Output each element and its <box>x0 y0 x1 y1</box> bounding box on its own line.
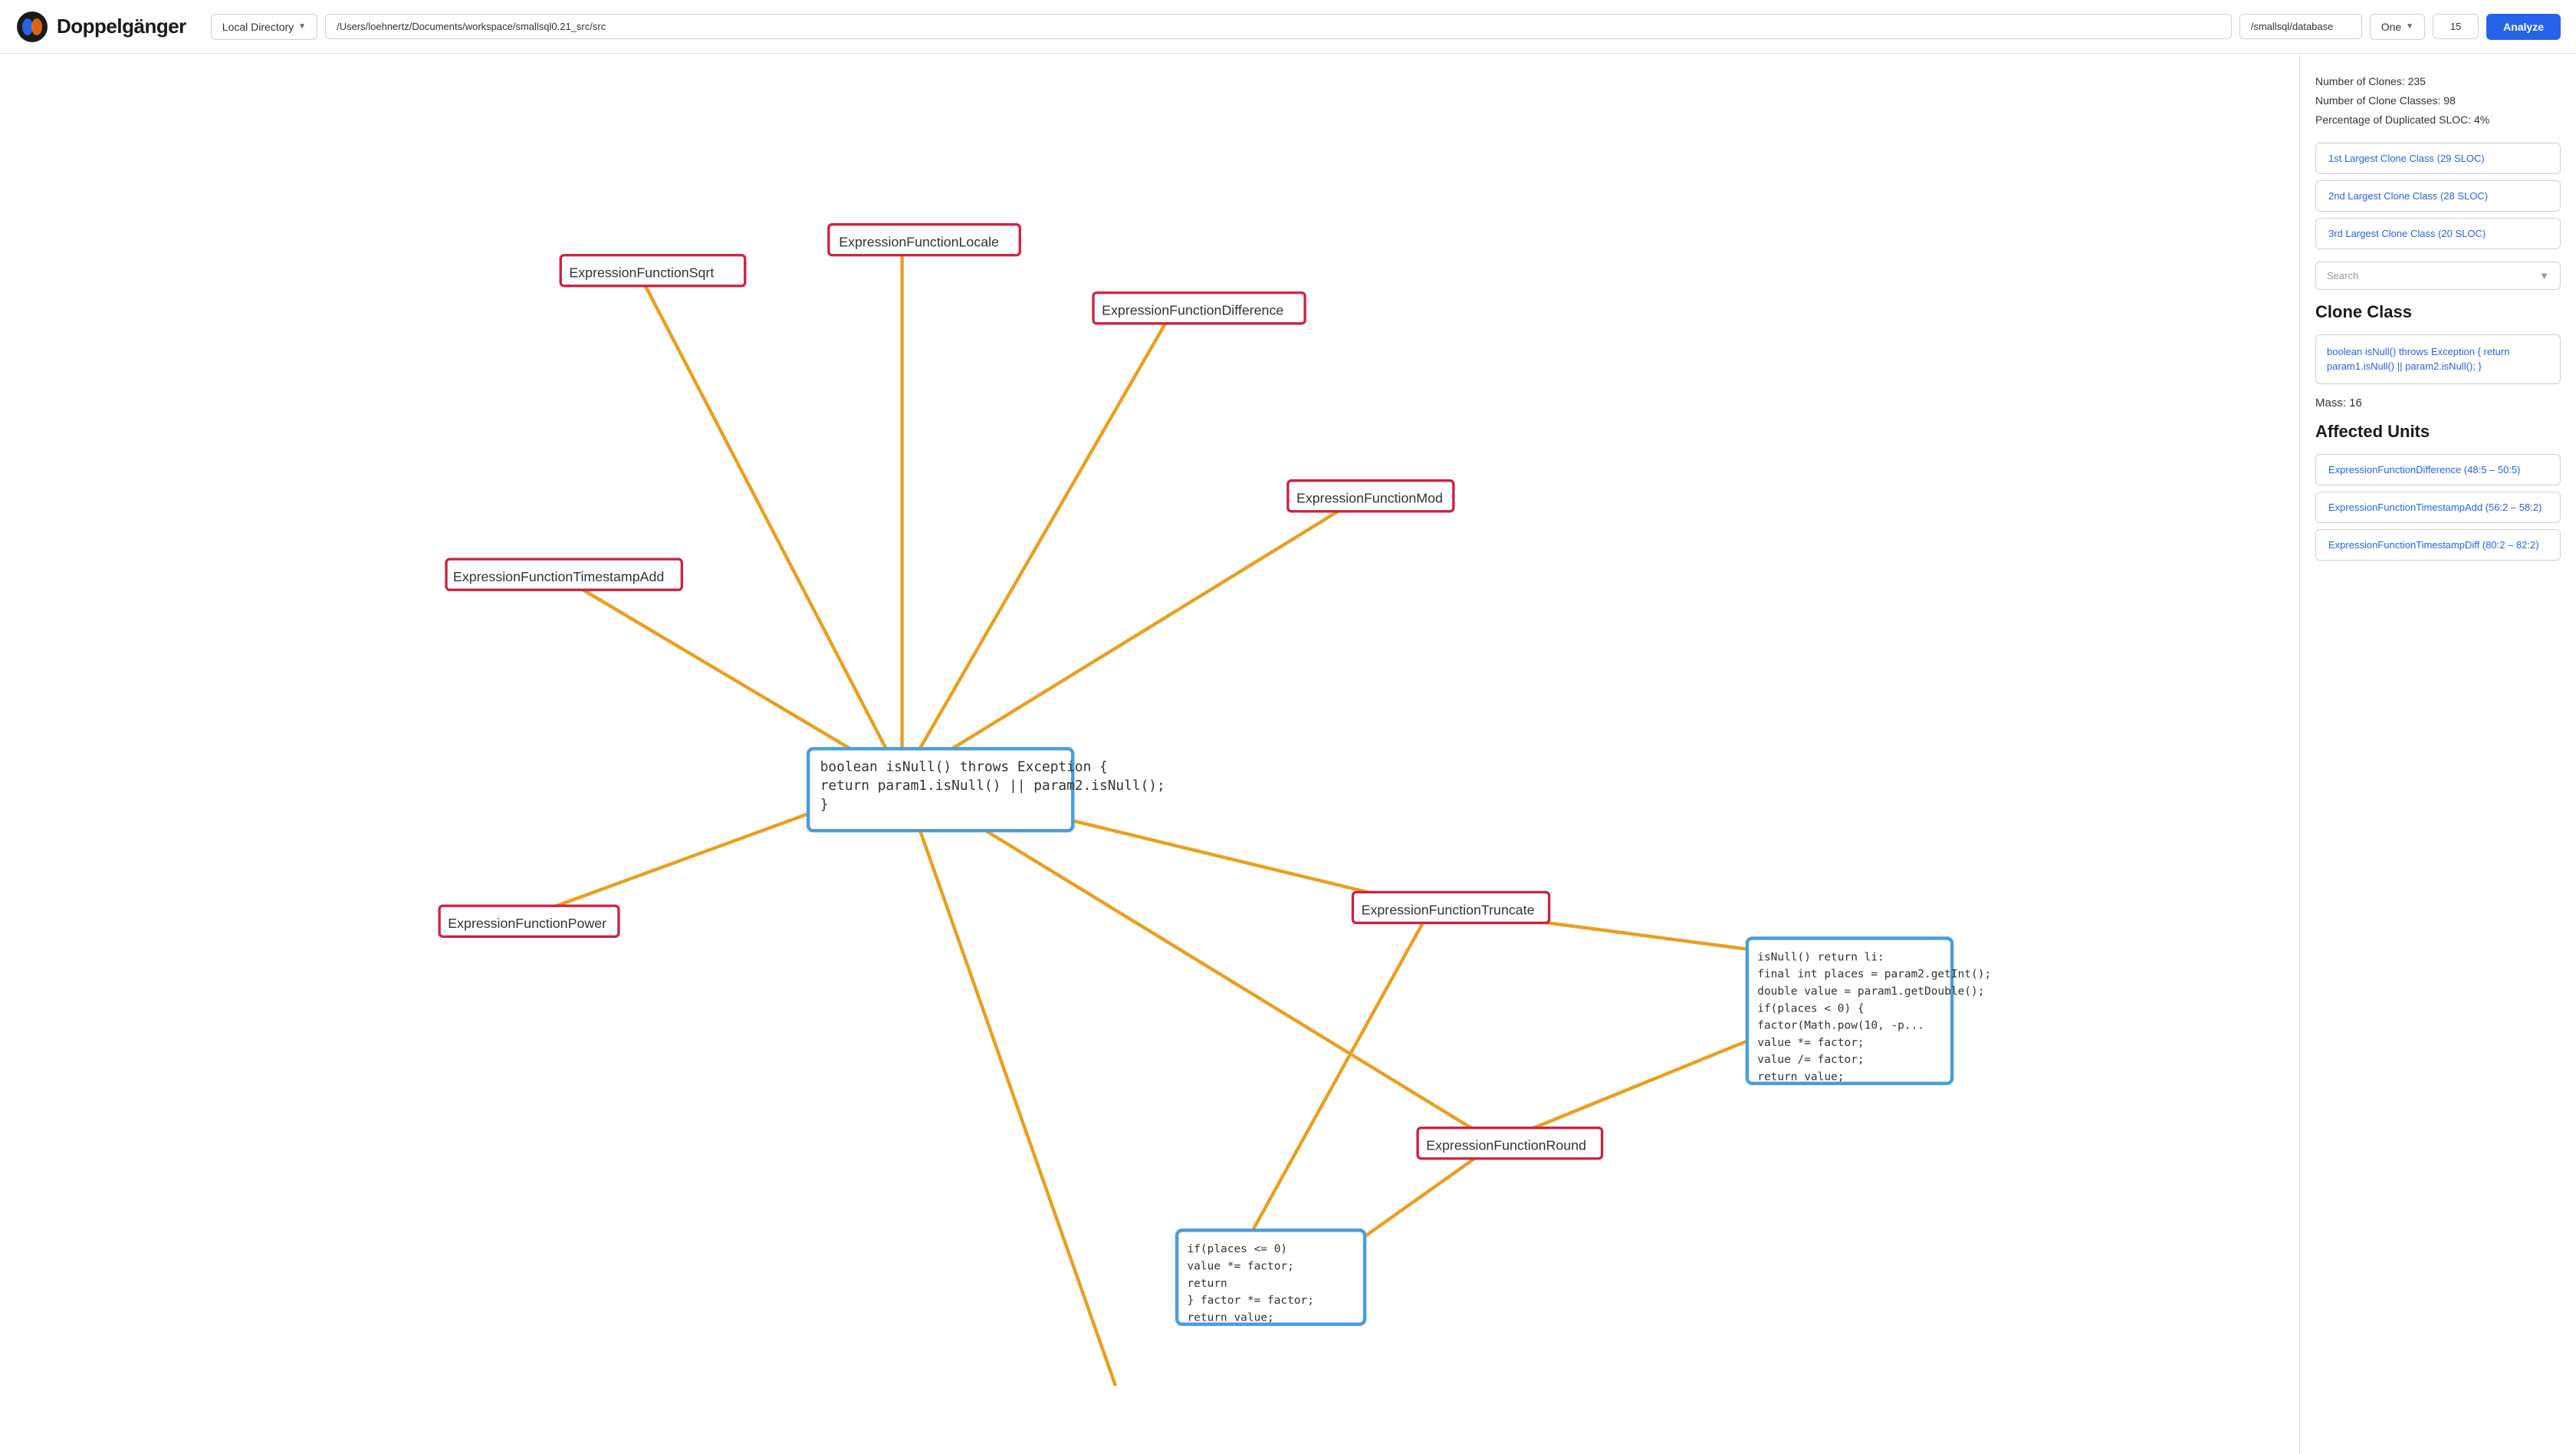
graph-svg: boolean isNull() throws Exception { retu… <box>0 54 2299 1454</box>
svg-text:if(places < 0) {: if(places < 0) { <box>1757 1002 1864 1015</box>
node-difference[interactable]: ExpressionFunctionDifference <box>1093 293 1305 324</box>
svg-text:ExpressionFunctionMod: ExpressionFunctionMod <box>1296 491 1443 506</box>
analyze-button[interactable]: Analyze <box>2486 14 2561 40</box>
logo-icon <box>15 10 49 44</box>
svg-text:double value = param1.getDoubl: double value = param1.getDouble(); <box>1757 985 1984 998</box>
search-placeholder: Search <box>2327 270 2358 281</box>
directory-type-dropdown[interactable]: Local Directory ▼ <box>211 14 317 40</box>
mass-label: Mass: 16 <box>2315 396 2561 410</box>
svg-text:if(places <= 0): if(places <= 0) <box>1187 1243 1287 1255</box>
svg-text:ExpressionFunctionTimestampAdd: ExpressionFunctionTimestampAdd <box>453 569 664 584</box>
clone-class-title: Clone Class <box>2315 302 2561 322</box>
node-sqrt[interactable]: ExpressionFunctionSqrt <box>560 255 744 286</box>
affected-unit-1[interactable]: ExpressionFunctionTimestampAdd (56:2 – 5… <box>2315 492 2561 523</box>
svg-text:factor(Math.pow(10, -p...: factor(Math.pow(10, -p... <box>1757 1020 1924 1032</box>
path-input[interactable] <box>325 14 2232 39</box>
stats-section: Number of Clones: 235 Number of Clone Cl… <box>2315 72 2561 130</box>
svg-text:ExpressionFunctionLocale: ExpressionFunctionLocale <box>839 235 999 250</box>
svg-text:return value;: return value; <box>1187 1311 1273 1324</box>
affected-unit-2[interactable]: ExpressionFunctionTimestampDiff (80:2 – … <box>2315 529 2561 561</box>
main-container: boolean isNull() throws Exception { retu… <box>0 54 2576 1454</box>
clone-type-label: One <box>2381 21 2401 33</box>
stat-clone-classes: Number of Clone Classes: 98 <box>2315 91 2561 110</box>
svg-text:boolean isNull() throws Except: boolean isNull() throws Exception { <box>820 758 1108 775</box>
logo-text: Doppelgänger <box>57 15 186 38</box>
svg-text:ExpressionFunctionDifference: ExpressionFunctionDifference <box>1102 303 1283 318</box>
stat-clones: Number of Clones: 235 <box>2315 72 2561 91</box>
node-round[interactable]: ExpressionFunctionRound <box>1418 1128 1602 1159</box>
sidebar: Number of Clones: 235 Number of Clone Cl… <box>2300 54 2576 1454</box>
node-locale[interactable]: ExpressionFunctionLocale <box>829 225 1020 255</box>
svg-text:isNull() return li:: isNull() return li: <box>1757 951 1884 963</box>
stat-duplicated-sloc: Percentage of Duplicated SLOC: 4% <box>2315 110 2561 130</box>
svg-text:value *= factor;: value *= factor; <box>1757 1037 1864 1049</box>
affected-unit-0[interactable]: ExpressionFunctionDifference (48:5 – 50:… <box>2315 454 2561 485</box>
clone-class-btn-3[interactable]: 3rd Largest Clone Class (20 SLOC) <box>2315 218 2561 249</box>
node-power[interactable]: ExpressionFunctionPower <box>439 906 619 936</box>
svg-text:} factor *= factor;: } factor *= factor; <box>1187 1294 1314 1307</box>
directory-type-label: Local Directory <box>222 21 294 33</box>
dropdown-arrow: ▼ <box>298 22 306 31</box>
svg-text:value *= factor;: value *= factor; <box>1187 1261 1293 1273</box>
clone-type-arrow: ▼ <box>2406 22 2413 31</box>
node-truncate[interactable]: ExpressionFunctionTruncate <box>1352 892 1549 923</box>
search-dropdown[interactable]: Search ▼ <box>2315 262 2561 290</box>
header: Doppelgänger Local Directory ▼ One ▼ Ana… <box>0 0 2576 54</box>
svg-text:final int places = param2.getI: final int places = param2.getInt(); <box>1757 969 1991 981</box>
svg-text:ExpressionFunctionSqrt: ExpressionFunctionSqrt <box>569 265 714 281</box>
svg-text:value /= factor;: value /= factor; <box>1757 1054 1864 1066</box>
node-mod[interactable]: ExpressionFunctionMod <box>1288 481 1454 512</box>
header-controls: Local Directory ▼ One ▼ Analyze <box>211 14 2561 40</box>
svg-text:ExpressionFunctionRound: ExpressionFunctionRound <box>1426 1138 1586 1153</box>
code-node-2[interactable]: if(places <= 0) value *= factor; return … <box>1177 1230 1365 1324</box>
clone-code-box: boolean isNull() throws Exception { retu… <box>2315 334 2561 384</box>
graph-area: boolean isNull() throws Exception { retu… <box>0 54 2300 1454</box>
svg-text:ExpressionFunctionTruncate: ExpressionFunctionTruncate <box>1362 902 1535 917</box>
svg-text:return value;: return value; <box>1757 1071 1844 1083</box>
threshold-input[interactable] <box>2433 14 2479 39</box>
svg-text:return param1.isNull() || para: return param1.isNull() || param2.isNull(… <box>820 778 1165 794</box>
search-arrow-icon: ▼ <box>2539 270 2549 281</box>
logo-area: Doppelgänger <box>15 10 186 44</box>
svg-text:return: return <box>1187 1278 1227 1290</box>
clone-type-dropdown[interactable]: One ▼ <box>2370 14 2425 40</box>
affected-units-list: ExpressionFunctionDifference (48:5 – 50:… <box>2315 454 2561 561</box>
svg-text:ExpressionFunctionPower: ExpressionFunctionPower <box>448 916 606 931</box>
clone-class-buttons: 1st Largest Clone Class (29 SLOC) 2nd La… <box>2315 143 2561 249</box>
affected-units-title: Affected Units <box>2315 422 2561 442</box>
node-timestamp-add[interactable]: ExpressionFunctionTimestampAdd <box>446 559 682 590</box>
clone-class-btn-1[interactable]: 1st Largest Clone Class (29 SLOC) <box>2315 143 2561 174</box>
database-input[interactable] <box>2239 14 2362 39</box>
svg-text:}: } <box>820 796 829 812</box>
clone-class-btn-2[interactable]: 2nd Largest Clone Class (28 SLOC) <box>2315 180 2561 212</box>
code-node-1[interactable]: isNull() return li: final int places = p… <box>1747 938 1991 1083</box>
center-node[interactable]: boolean isNull() throws Exception { retu… <box>808 748 1165 831</box>
